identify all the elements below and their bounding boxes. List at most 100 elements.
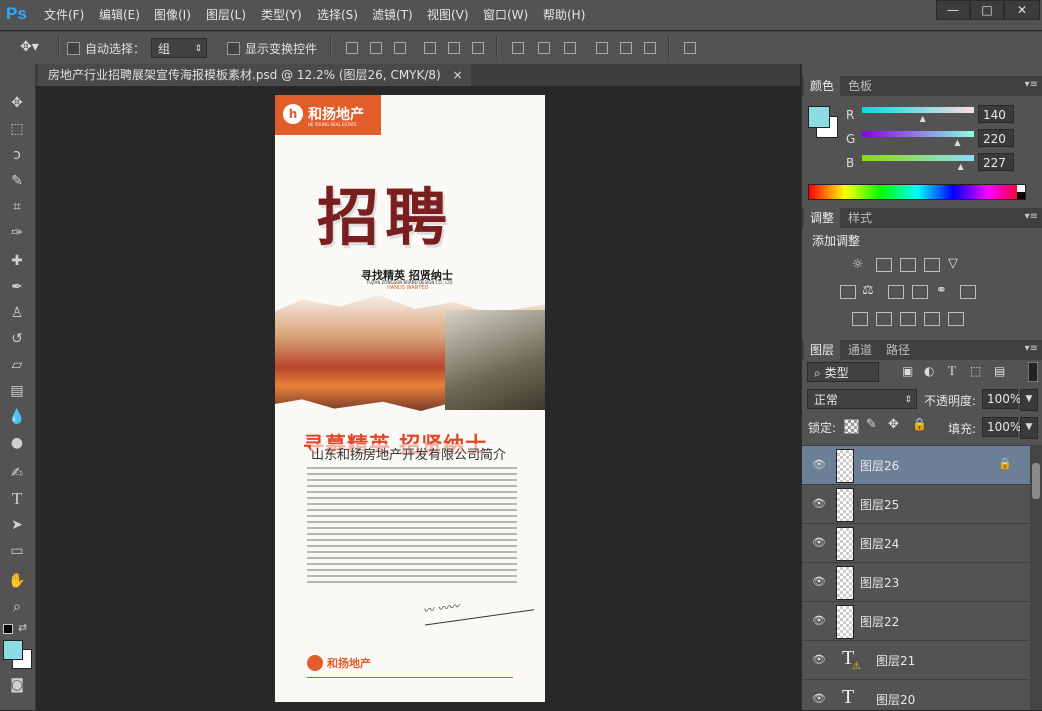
- levels-icon[interactable]: [876, 258, 892, 272]
- filter-shape-icon[interactable]: ⬚: [970, 364, 981, 378]
- tab-paths[interactable]: 路径: [880, 340, 916, 360]
- layer-name[interactable]: 图层20: [876, 691, 915, 708]
- healing-brush-tool-icon[interactable]: ✚: [4, 250, 30, 272]
- align-left-icon[interactable]: [424, 42, 436, 54]
- align-top-icon[interactable]: [346, 42, 358, 54]
- menu-help[interactable]: 帮助(H): [543, 7, 585, 23]
- minimize-button[interactable]: —: [936, 0, 970, 20]
- g-slider-thumb[interactable]: ▲: [954, 138, 960, 147]
- blur-tool-icon[interactable]: 💧: [4, 406, 30, 428]
- black-white-icon[interactable]: [888, 285, 904, 299]
- blend-mode-dropdown[interactable]: 正常 ⇕: [807, 389, 917, 409]
- distribute-hcenter-icon[interactable]: [620, 42, 632, 54]
- invert-icon[interactable]: [852, 312, 868, 326]
- close-button[interactable]: ✕: [1004, 0, 1040, 20]
- marquee-tool-icon[interactable]: ⬚: [4, 118, 30, 140]
- quick-select-tool-icon[interactable]: ✎: [4, 170, 30, 192]
- posterize-icon[interactable]: [876, 312, 892, 326]
- hand-tool-icon[interactable]: ✋: [4, 570, 30, 592]
- menu-type[interactable]: 类型(Y): [261, 7, 302, 23]
- path-select-tool-icon[interactable]: ➤: [4, 514, 30, 536]
- layer-name[interactable]: 图层24: [860, 535, 899, 552]
- layer-row-20[interactable]: 👁 T 图层20: [802, 680, 1030, 711]
- filter-toggle[interactable]: [1028, 362, 1038, 382]
- hue-saturation-icon[interactable]: [840, 285, 856, 299]
- curves-icon[interactable]: [900, 258, 916, 272]
- foreground-color-swatch[interactable]: [3, 640, 23, 660]
- distribute-vcenter-icon[interactable]: [538, 42, 550, 54]
- align-vcenter-icon[interactable]: [370, 42, 382, 54]
- filter-pixel-icon[interactable]: ▣: [902, 364, 913, 378]
- layer-row-21[interactable]: 👁 T ⚠ 图层21: [802, 641, 1030, 680]
- show-transform-checkbox[interactable]: [227, 42, 240, 55]
- color-balance-icon[interactable]: ⚖: [862, 283, 874, 298]
- distribute-left-icon[interactable]: [596, 42, 608, 54]
- layer-row-25[interactable]: 👁 图层25: [802, 485, 1030, 524]
- visibility-eye-icon[interactable]: 👁: [812, 497, 826, 511]
- menu-filter[interactable]: 滤镜(T): [372, 7, 413, 23]
- visibility-eye-icon[interactable]: 👁: [812, 653, 826, 667]
- tab-swatches[interactable]: 色板: [842, 76, 878, 96]
- visibility-eye-icon[interactable]: 👁: [812, 692, 826, 706]
- swap-colors-icon[interactable]: ⇄: [18, 621, 27, 634]
- move-tool-icon[interactable]: ✥▾: [20, 39, 39, 55]
- gradient-tool-icon[interactable]: ▤: [4, 380, 30, 402]
- menu-select[interactable]: 选择(S): [317, 7, 358, 23]
- default-colors-icon[interactable]: [3, 624, 13, 634]
- auto-select-checkbox[interactable]: [67, 42, 80, 55]
- brush-tool-icon[interactable]: ✒: [4, 276, 30, 298]
- lock-image-icon[interactable]: ✎: [866, 417, 877, 432]
- r-value-input[interactable]: 140: [978, 105, 1014, 123]
- zoom-tool-icon[interactable]: ⌕: [4, 596, 30, 618]
- threshold-icon[interactable]: [900, 312, 916, 326]
- align-right-icon[interactable]: [472, 42, 484, 54]
- panel-menu-icon[interactable]: ▾≡: [1025, 79, 1038, 90]
- tab-styles[interactable]: 样式: [842, 208, 878, 228]
- opacity-input[interactable]: 100%: [982, 389, 1021, 409]
- g-value-input[interactable]: 220: [978, 129, 1014, 147]
- layer-name[interactable]: 图层22: [860, 613, 899, 630]
- menu-file[interactable]: 文件(F): [44, 7, 84, 23]
- pen-tool-icon[interactable]: ✍: [4, 462, 30, 484]
- menu-layer[interactable]: 图层(L): [206, 7, 246, 23]
- tab-color[interactable]: 颜色: [804, 76, 841, 96]
- menu-edit[interactable]: 编辑(E): [99, 7, 140, 23]
- g-slider[interactable]: [862, 131, 974, 137]
- color-foreground-swatch[interactable]: [808, 106, 830, 128]
- panel-menu-icon[interactable]: ▾≡: [1025, 343, 1038, 354]
- channel-mixer-icon[interactable]: ⚭: [936, 283, 947, 298]
- fill-input[interactable]: 100%: [982, 417, 1021, 437]
- layer-row-26[interactable]: 👁 图层26 🔒: [802, 446, 1030, 485]
- auto-select-dropdown[interactable]: 组 ⇕: [151, 38, 207, 58]
- align-bottom-icon[interactable]: [394, 42, 406, 54]
- visibility-eye-icon[interactable]: 👁: [812, 575, 826, 589]
- panel-menu-icon[interactable]: ▾≡: [1025, 211, 1038, 222]
- move-tool-icon[interactable]: ✥: [4, 92, 30, 114]
- layers-scrollbar[interactable]: [1030, 445, 1042, 710]
- clone-stamp-tool-icon[interactable]: ♙: [4, 302, 30, 324]
- align-hcenter-icon[interactable]: [448, 42, 460, 54]
- filter-type-icon[interactable]: T: [948, 363, 956, 379]
- opacity-dropdown-icon[interactable]: ▼: [1020, 389, 1038, 411]
- b-slider-thumb[interactable]: ▲: [958, 162, 964, 171]
- distribute-right-icon[interactable]: [644, 42, 656, 54]
- layer-row-23[interactable]: 👁 图层23: [802, 563, 1030, 602]
- dodge-tool-icon[interactable]: ●: [4, 432, 30, 454]
- menu-view[interactable]: 视图(V): [427, 7, 469, 23]
- photo-filter-icon[interactable]: [912, 285, 928, 299]
- layer-name[interactable]: 图层25: [860, 496, 899, 513]
- layer-name[interactable]: 图层21: [876, 652, 915, 669]
- gradient-map-icon[interactable]: [948, 312, 964, 326]
- lock-transparency-icon[interactable]: [844, 419, 859, 434]
- filter-smart-object-icon[interactable]: ▤: [994, 364, 1005, 378]
- vibrance-icon[interactable]: ▽: [948, 256, 958, 271]
- fill-dropdown-icon[interactable]: ▼: [1020, 417, 1038, 439]
- menu-image[interactable]: 图像(I): [154, 7, 191, 23]
- r-slider[interactable]: [862, 107, 974, 113]
- exposure-icon[interactable]: [924, 258, 940, 272]
- document-tab[interactable]: 房地产行业招聘展架宣传海报模板素材.psd @ 12.2% (图层26, CMY…: [38, 64, 471, 86]
- distribute-top-icon[interactable]: [512, 42, 524, 54]
- layer-name[interactable]: 图层26: [860, 457, 899, 474]
- visibility-eye-icon[interactable]: 👁: [812, 614, 826, 628]
- poster-canvas[interactable]: h 和扬地产 HE YOUNG REAL ESTATE 招聘 寻找精英 招贤纳士…: [275, 95, 545, 702]
